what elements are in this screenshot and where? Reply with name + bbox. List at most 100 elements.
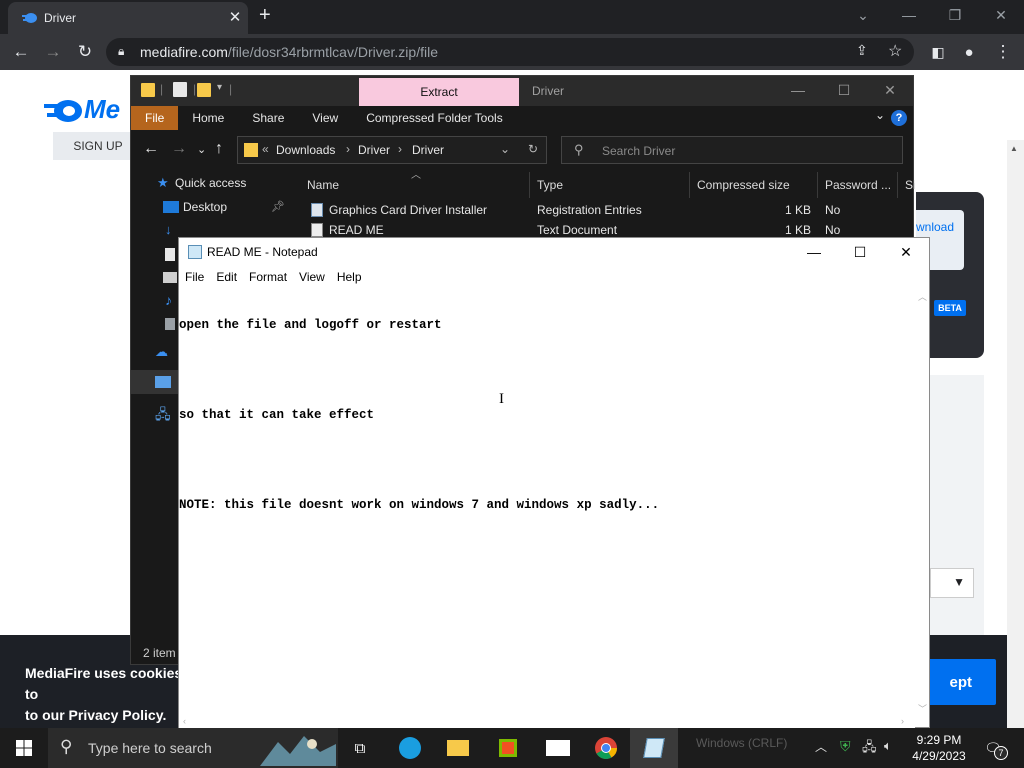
menu-file[interactable]: File — [179, 266, 210, 288]
menu-format[interactable]: Format — [243, 266, 293, 288]
network-icon[interactable]: 🖧 — [862, 738, 877, 760]
menu-edit[interactable]: Edit — [210, 266, 243, 288]
notepad-text-area[interactable]: open the file and logoff or restart so t… — [179, 288, 915, 716]
minimize-button[interactable]: — — [775, 76, 821, 104]
restore-button[interactable]: ❐ — [932, 0, 978, 30]
text-cursor-icon: I — [499, 391, 504, 407]
taskbar-chrome[interactable] — [582, 728, 630, 768]
column-password[interactable]: Password ... — [825, 178, 891, 192]
column-divider[interactable] — [817, 172, 818, 198]
customize-qat-icon[interactable]: ▾ — [217, 82, 222, 93]
new-folder-icon[interactable] — [197, 83, 211, 97]
volume-icon[interactable]: 🔈︎ — [884, 738, 892, 754]
ribbon-tab-compressed-folder-tools[interactable]: Compressed Folder Tools — [352, 106, 517, 130]
maximize-button[interactable]: ☐ — [821, 76, 867, 104]
horizontal-scrollbar[interactable]: ‹ › — [179, 716, 915, 728]
address-bar[interactable]: 🔒︎ mediafire.com/file/dosr34rbrmtlcav/Dr… — [106, 38, 914, 66]
mediafire-logo-text: Me — [84, 94, 121, 124]
show-hidden-icons[interactable]: ︿ — [815, 738, 827, 755]
new-tab-button[interactable]: + — [259, 4, 271, 27]
menu-view[interactable]: View — [293, 266, 331, 288]
column-compressed-size[interactable]: Compressed size — [697, 178, 790, 192]
address-bar[interactable]: « Downloads › Driver › Driver ⌄ ↻ — [237, 136, 547, 164]
minimize-button[interactable]: — — [886, 0, 932, 30]
taskbar-file-explorer[interactable] — [434, 728, 482, 768]
recent-locations-icon[interactable]: ⌄ — [197, 143, 206, 156]
breadcrumb-driver[interactable]: Driver — [358, 143, 390, 157]
menu-help[interactable]: Help — [331, 266, 368, 288]
url-text: mediafire.com/file/dosr34rbrmtlcav/Drive… — [140, 44, 438, 60]
notepad-titlebar[interactable]: READ ME - Notepad — ☐ ✕ — [179, 238, 929, 266]
extract-tab[interactable]: Extract — [359, 78, 519, 106]
page-scrollbar[interactable] — [1007, 140, 1024, 768]
nav-desktop[interactable]: Desktop — [183, 200, 227, 214]
maximize-button[interactable]: ☐ — [837, 238, 883, 266]
address-dropdown-icon[interactable]: ⌄ — [500, 142, 510, 156]
clock[interactable]: 9:29 PM 4/29/2023 — [905, 732, 973, 764]
up-icon[interactable]: ↑ — [215, 140, 223, 158]
taskbar-mail[interactable] — [534, 728, 582, 768]
ribbon-tab-home[interactable]: Home — [178, 106, 238, 130]
bookmark-star-icon[interactable]: ☆ — [888, 41, 902, 61]
forward-icon[interactable]: → — [40, 39, 66, 65]
nav-quick-access[interactable]: Quick access — [175, 176, 246, 190]
search-box[interactable]: ⚲ Search Driver — [561, 136, 903, 164]
mediafire-logo[interactable]: Me — [44, 94, 120, 125]
reload-icon[interactable]: ↻ — [72, 39, 98, 65]
lock-icon[interactable]: 🔒︎ — [118, 44, 124, 59]
breadcrumb-overflow[interactable]: « — [262, 142, 269, 156]
security-shield-icon[interactable]: ⛨ — [840, 738, 851, 755]
table-row[interactable]: Graphics Card Driver Installer Registrat… — [289, 200, 913, 220]
close-button[interactable]: ✕ — [883, 238, 929, 266]
column-name[interactable]: Name — [307, 178, 339, 192]
ribbon-tab-view[interactable]: View — [298, 106, 352, 130]
ribbon-expand-icon[interactable]: ⌄ — [875, 108, 885, 122]
scroll-up-icon[interactable]: ︿ — [918, 290, 927, 303]
vertical-scrollbar[interactable]: ︿ ﹀ — [915, 288, 929, 716]
properties-icon[interactable] — [173, 82, 187, 97]
search-placeholder: Search Driver — [602, 144, 676, 158]
tab-search-icon[interactable]: ⌄ — [840, 0, 886, 30]
menu-kebab-icon[interactable]: ⋮ — [990, 39, 1016, 65]
browser-tab[interactable]: Driver ✕ — [8, 2, 248, 34]
side-panel-icon[interactable]: ◧ — [925, 39, 951, 65]
chrome-icon — [595, 737, 617, 759]
browser-toolbar: ← → ↻ 🔒︎ mediafire.com/file/dosr34rbrmtl… — [0, 34, 1024, 70]
scroll-left-icon[interactable]: ‹ — [183, 716, 186, 726]
share-icon[interactable]: ⇪ — [856, 42, 868, 59]
breadcrumb-driver-current[interactable]: Driver — [412, 143, 444, 157]
close-button[interactable]: ✕ — [978, 0, 1024, 30]
minimize-button[interactable]: — — [791, 238, 837, 266]
text-line — [179, 453, 915, 468]
taskbar-search[interactable]: ⚲ Type here to search — [48, 728, 338, 768]
scroll-down-icon[interactable]: ﹀ — [918, 702, 927, 715]
ribbon-tab-share[interactable]: Share — [238, 106, 298, 130]
column-divider[interactable] — [529, 172, 530, 198]
refresh-icon[interactable]: ↻ — [528, 142, 538, 156]
close-button[interactable]: ✕ — [867, 76, 913, 104]
breadcrumb-downloads[interactable]: Downloads — [276, 143, 335, 157]
help-icon[interactable]: ? — [891, 110, 907, 126]
taskbar-edge[interactable] — [386, 728, 434, 768]
tab-close-icon[interactable]: ✕ — [226, 8, 244, 26]
scroll-right-icon[interactable]: › — [901, 716, 904, 726]
registry-file-icon — [311, 203, 323, 217]
breadcrumb-separator: › — [346, 142, 350, 156]
profile-icon[interactable]: ● — [956, 39, 982, 65]
dropdown-select[interactable]: ▼ — [930, 568, 974, 598]
column-type[interactable]: Type — [537, 178, 563, 192]
forward-icon[interactable]: → — [171, 140, 187, 158]
ribbon-tab-file[interactable]: File — [131, 106, 179, 130]
column-divider[interactable] — [689, 172, 690, 198]
beta-badge: BETA — [934, 300, 966, 316]
task-view-button[interactable]: ⧉ — [336, 728, 384, 768]
column-divider[interactable] — [897, 172, 898, 198]
text-line: open the file and logoff or restart — [179, 318, 442, 332]
taskbar-notepad[interactable] — [630, 728, 678, 768]
column-size[interactable]: Si — [905, 178, 916, 192]
taskbar-store[interactable] — [484, 728, 532, 768]
back-icon[interactable]: ← — [8, 39, 34, 65]
back-icon[interactable]: ← — [143, 140, 159, 158]
scroll-up-icon[interactable]: ▲ — [1010, 144, 1018, 153]
start-button[interactable] — [0, 728, 48, 768]
